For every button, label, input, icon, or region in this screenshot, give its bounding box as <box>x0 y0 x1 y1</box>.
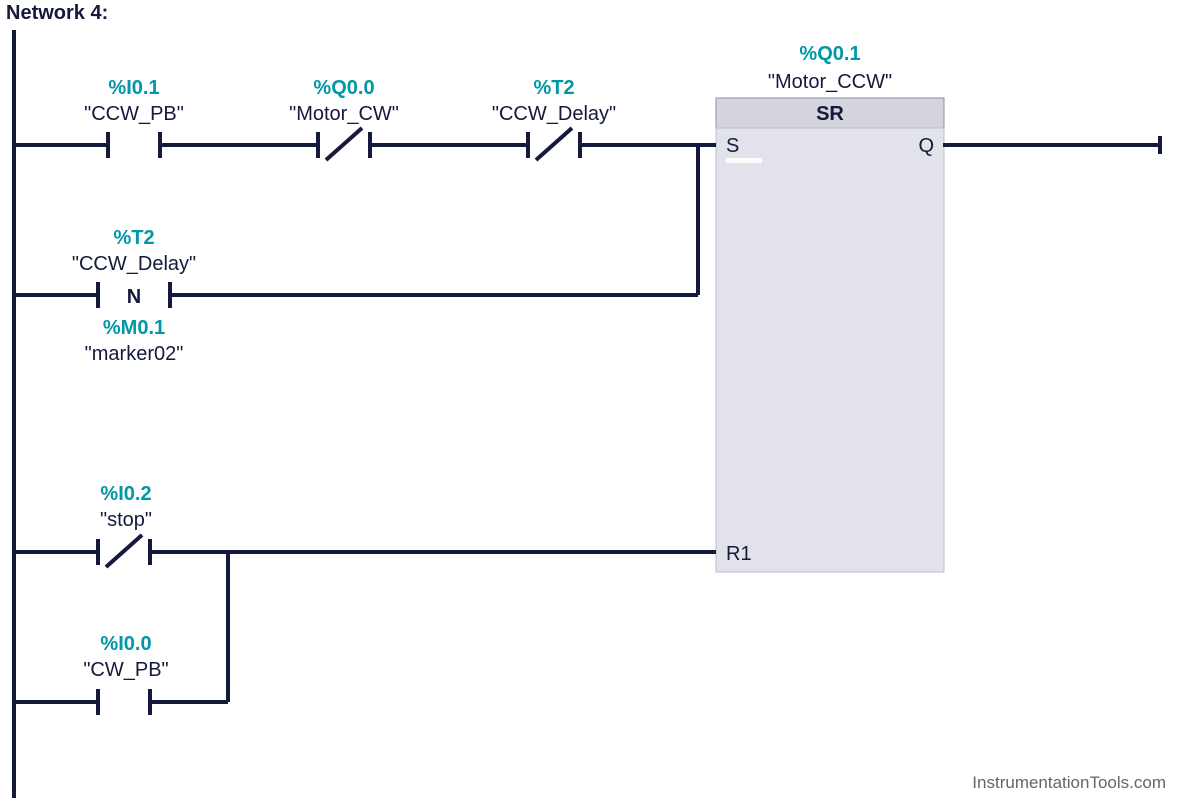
stop-address: %I0.2 <box>100 483 151 505</box>
ccw-pb-symbol: "CCW_PB" <box>84 103 184 125</box>
ccw-pb-address: %I0.1 <box>108 77 159 99</box>
sr-s-label: S <box>726 135 739 157</box>
sr-block: %Q0.1 "Motor_CCW" SR S Q R1 <box>716 43 944 572</box>
n-edge-text: N <box>127 286 141 308</box>
cw-pb-symbol: "CW_PB" <box>83 659 168 681</box>
contact-stop: %I0.2 "stop" <box>98 483 152 567</box>
motor-cw-address: %Q0.0 <box>313 77 374 99</box>
contact-ccw-delay: %T2 "CCW_Delay" <box>492 77 616 160</box>
sr-type-label: SR <box>816 103 844 125</box>
sr-block-symbol: "Motor_CCW" <box>768 71 892 93</box>
marker02-symbol: "marker02" <box>85 343 184 365</box>
ccw-delay-n-address: %T2 <box>113 227 154 249</box>
marker02-address: %M0.1 <box>103 317 165 339</box>
sr-accent <box>726 158 762 163</box>
cw-pb-address: %I0.0 <box>100 633 151 655</box>
motor-cw-symbol: "Motor_CW" <box>289 103 399 125</box>
sr-block-address: %Q0.1 <box>799 43 860 65</box>
ccw-delay-address: %T2 <box>533 77 574 99</box>
contact-motor-cw: %Q0.0 "Motor_CW" <box>289 77 399 160</box>
ccw-delay-n-symbol: "CCW_Delay" <box>72 253 196 275</box>
stop-symbol: "stop" <box>100 509 152 531</box>
sr-r1-label: R1 <box>726 543 752 565</box>
ccw-delay-symbol: "CCW_Delay" <box>492 103 616 125</box>
watermark: InstrumentationTools.com <box>972 773 1166 793</box>
ladder-diagram: .rail { stroke:#15193c; stroke-width:4; … <box>0 0 1184 801</box>
sr-body <box>716 128 944 572</box>
sr-q-label: Q <box>918 135 934 157</box>
